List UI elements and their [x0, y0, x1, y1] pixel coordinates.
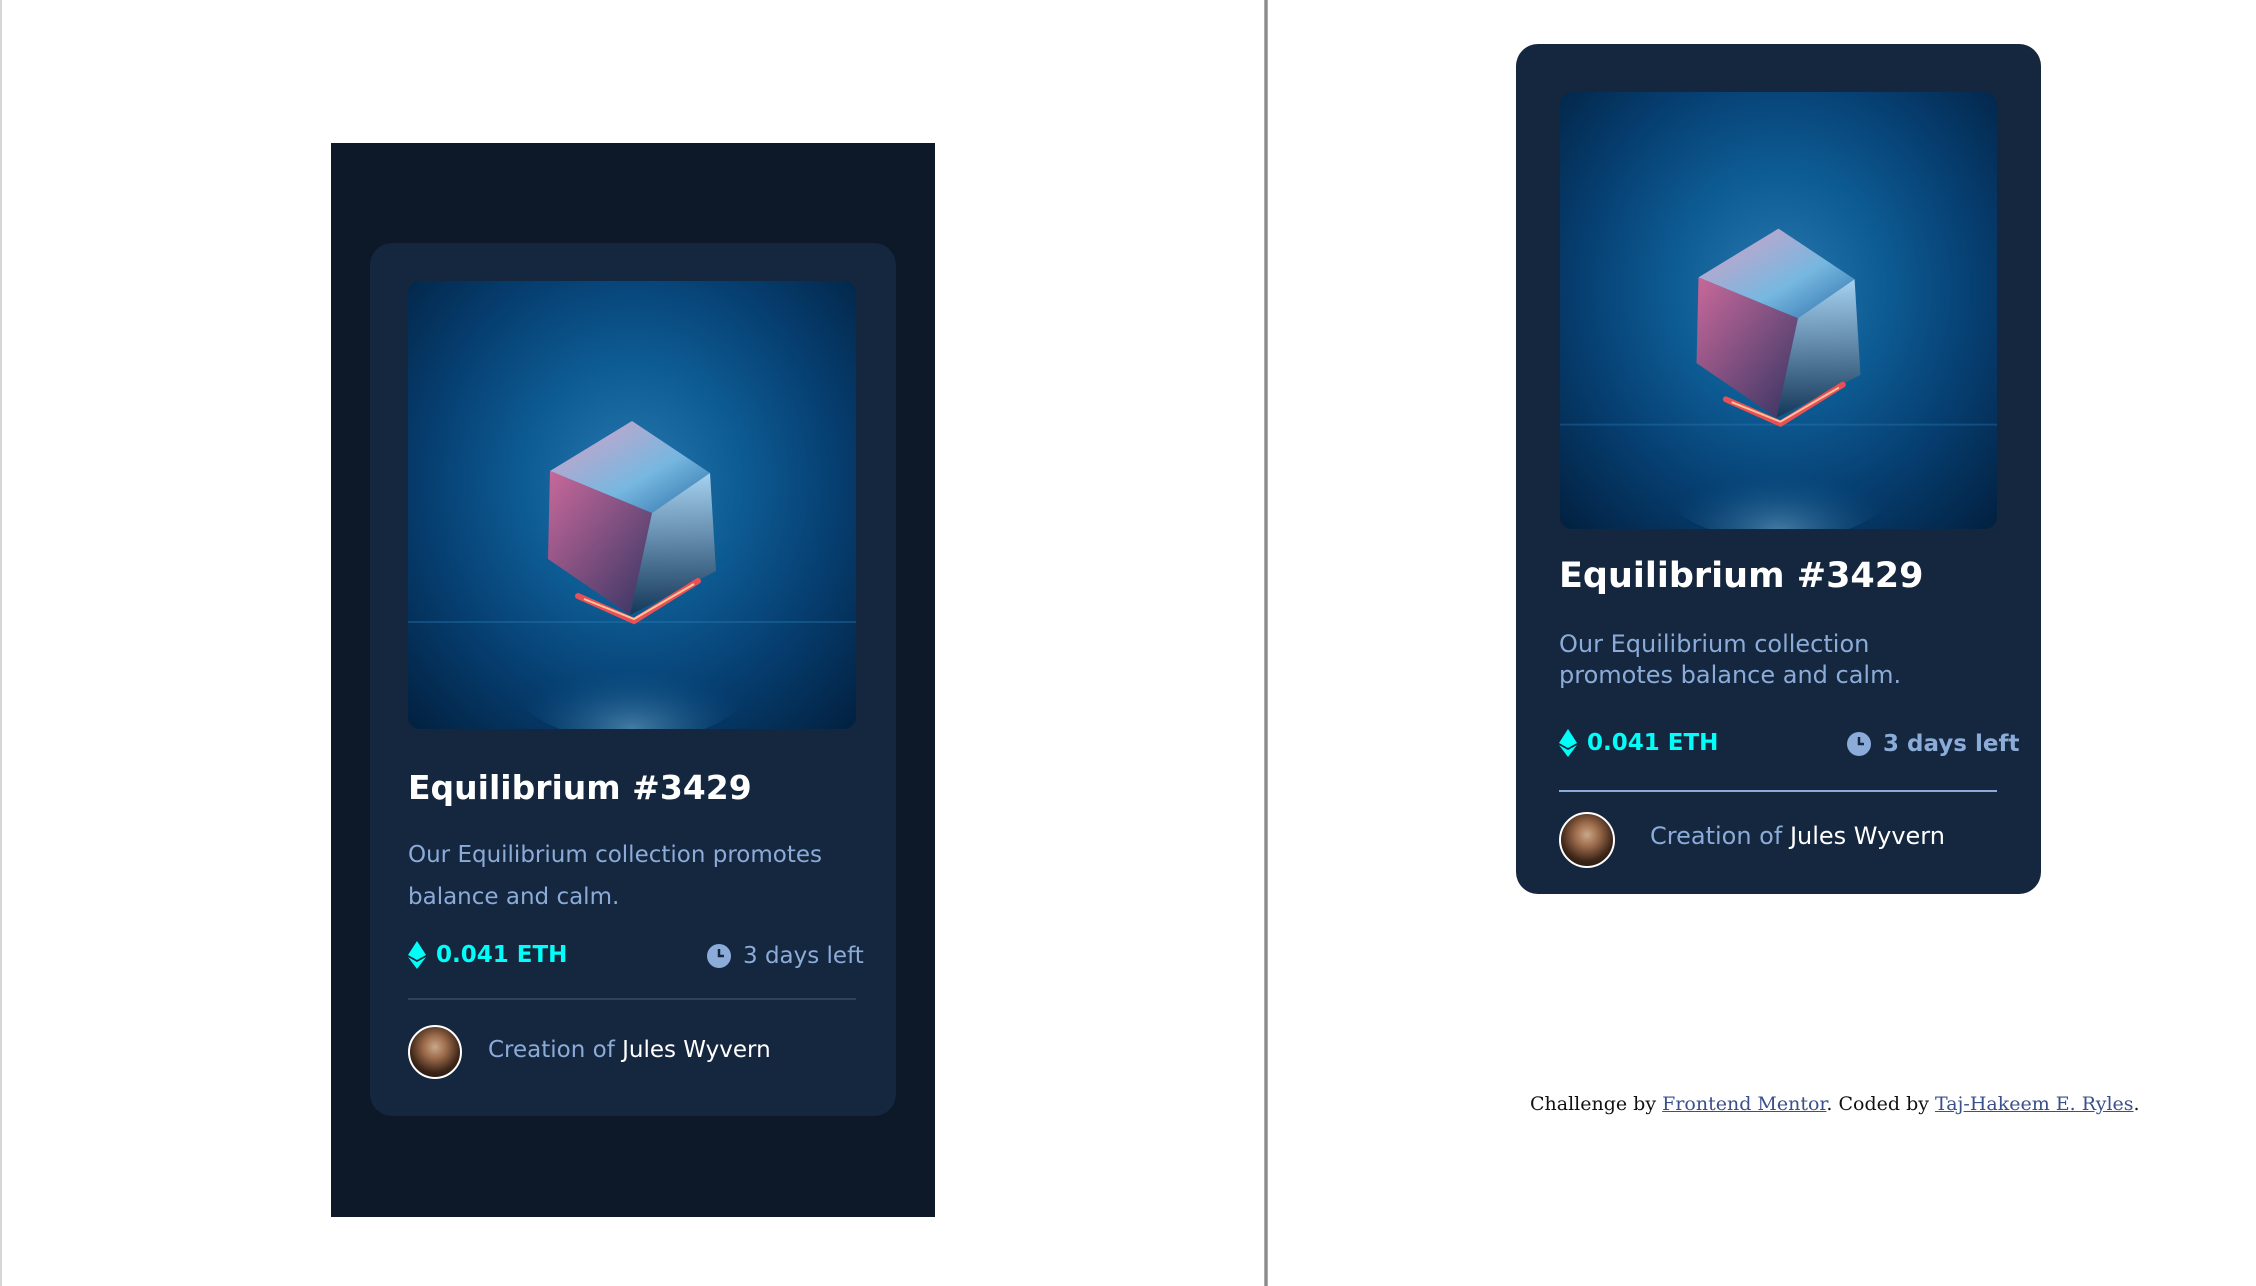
clock-icon [1847, 732, 1871, 756]
ethereum-icon [1559, 729, 1577, 757]
split-divider[interactable] [1264, 0, 1268, 1286]
attribution: Challenge by Frontend Mentor. Coded by T… [1530, 1093, 2140, 1115]
creator-prefix: Creation of [1650, 822, 1783, 850]
clock-icon [707, 944, 731, 968]
card-divider [408, 998, 856, 1000]
creator-name[interactable]: Jules Wyvern [1790, 822, 1945, 850]
cube-artwork [1560, 228, 1997, 529]
price-value: 0.041 ETH [1587, 730, 1719, 756]
nft-card-solution: Equilibrium #3429 Our Equilibrium collec… [1516, 44, 2041, 894]
author-link[interactable]: Taj-Hakeem E. Ryles [1935, 1093, 2134, 1115]
attribution-suffix: . [2133, 1093, 2140, 1115]
nft-description: Our Equilibrium collection promotes bala… [1559, 630, 1902, 689]
creator-avatar [1559, 812, 1615, 868]
nft-image[interactable] [408, 281, 856, 729]
creator-prefix: Creation of [488, 1037, 615, 1063]
creator-avatar [408, 1025, 462, 1079]
nft-image[interactable] [1560, 92, 1997, 529]
nft-time-left: 3 days left [707, 943, 864, 969]
time-left-value: 3 days left [743, 943, 864, 969]
attribution-prefix: Challenge by [1530, 1093, 1657, 1115]
nft-title[interactable]: Equilibrium #3429 [408, 768, 752, 807]
nft-card-preview: Equilibrium #3429 Our Equilibrium collec… [370, 243, 896, 1116]
nft-time-left: 3 days left [1847, 731, 2019, 757]
frontend-mentor-link[interactable]: Frontend Mentor [1662, 1093, 1826, 1115]
nft-title[interactable]: Equilibrium #3429 [1559, 556, 1924, 596]
price-value: 0.041 ETH [436, 942, 568, 968]
ethereum-icon [408, 941, 426, 969]
nft-price: 0.041 ETH [1559, 729, 1718, 757]
nft-price: 0.041 ETH [408, 941, 567, 969]
nft-description: Our Equilibrium collection promotes bala… [408, 842, 822, 910]
creator-line: Creation of Jules Wyvern [488, 1037, 771, 1063]
creator-name[interactable]: Jules Wyvern [622, 1037, 771, 1063]
time-left-value: 3 days left [1883, 731, 2020, 757]
attribution-middle: . Coded by [1826, 1093, 1929, 1115]
creator-line: Creation of Jules Wyvern [1650, 822, 1945, 850]
card-divider [1559, 790, 1997, 792]
page-edge [0, 0, 2, 1286]
cube-artwork [408, 421, 856, 729]
